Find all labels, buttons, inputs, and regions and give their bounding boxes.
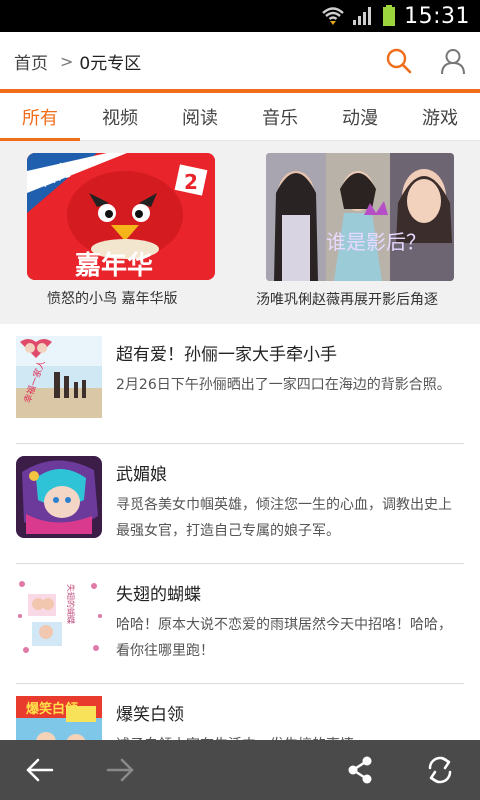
app-header: 首页 > 0元专区 [0,32,480,90]
list-item-desc: 2月26日下午孙俪晒出了一家四口在海边的背影合照。 [116,377,451,393]
user-icon [441,49,465,75]
clock: 15:31 [404,3,470,29]
bottom-navigation-bar [0,740,480,800]
list-thumbnail [16,456,102,538]
list-item-title: 超有爱！孙俪一家大手牵小手 [116,345,337,365]
tab-anime[interactable]: 动漫 [320,93,400,140]
list-item[interactable]: 武媚娘 寻觅各美女巾帼英雄，倾注您一生的心血，调教出史上最强女官，打造自己专属的… [16,444,464,564]
list-item[interactable]: 幸福一家人 超有爱！孙俪一家大手牵小手 2月26日下午孙俪晒出了一家四口在海边的… [16,324,464,444]
share-button[interactable] [340,750,380,790]
featured-caption: 愤怒的小鸟 嘉年华版 [47,291,178,307]
image-text: 谁是影后？ [326,230,426,254]
back-arrow-icon [26,758,54,782]
featured-item-actresses[interactable]: 谁是影后？ 汤唯巩俐赵薇再展开影后角逐 [252,153,470,309]
featured-item-angry-birds[interactable]: 官方 2 嘉年华 愤怒的小鸟 嘉年华版 [27,153,237,308]
tab-video[interactable]: 视频 [80,93,160,140]
image-text-bottom: 嘉年华 [75,250,153,280]
tab-games[interactable]: 游戏 [400,93,480,140]
battery-icon [382,5,396,27]
user-button[interactable] [436,44,470,78]
forward-button[interactable] [100,750,140,790]
breadcrumb-current: 0元专区 [79,53,142,74]
share-icon [348,756,372,784]
angry-birds-image: 官方 2 嘉年华 [27,153,215,280]
tab-music[interactable]: 音乐 [240,93,320,140]
breadcrumb: 首页 > 0元专区 [14,32,141,90]
back-button[interactable] [20,750,60,790]
list-thumbnail: 幸福一家人 [16,336,102,418]
list-item-title: 爆笑白领 [116,705,184,725]
breadcrumb-separator: > [60,51,74,71]
signal-icon [352,6,374,26]
featured-caption: 汤唯巩俐赵薇再展开影后角逐 [256,292,438,308]
wifi-icon [322,6,344,26]
content-list: 幸福一家人 超有爱！孙俪一家大手牵小手 2月26日下午孙俪晒出了一家四口在海边的… [0,324,480,800]
status-bar: 15:31 [0,0,480,32]
tab-all[interactable]: 所有 [0,93,80,141]
tab-reading[interactable]: 阅读 [160,93,240,140]
image-badge: 2 [184,170,198,194]
list-thumbnail: 失翅的蝴蝶 [16,576,102,658]
refresh-icon [428,756,452,784]
list-item-desc: 寻觅各美女巾帼英雄，倾注您一生的心血，调教出史上最强女官，打造自己专属的娘子军。 [116,497,452,539]
list-item-title: 失翅的蝴蝶 [116,585,201,605]
search-button[interactable] [382,44,416,78]
breadcrumb-home[interactable]: 首页 [14,49,48,74]
search-icon [386,48,412,74]
thumb-text: 失翅的蝴蝶 [66,584,76,624]
list-item-desc: 哈哈！原本大说不恋爱的雨琪居然今天中招咯！哈哈，看你往哪里跑！ [116,617,452,659]
actresses-image: 谁是影后？ [266,153,454,281]
list-item-title: 武媚娘 [116,465,167,485]
forward-arrow-icon [106,758,134,782]
list-item[interactable]: 失翅的蝴蝶 失翅的蝴蝶 哈哈！原本大说不恋爱的雨琪居然今天中招咯！哈哈，看你往哪… [16,564,464,684]
featured-section: 官方 2 嘉年华 愤怒的小鸟 嘉年华版 谁是影后？ 汤唯巩俐赵薇再展开影后角逐 [0,141,480,324]
refresh-button[interactable] [420,750,460,790]
category-tabs: 所有 视频 阅读 音乐 动漫 游戏 [0,93,480,141]
